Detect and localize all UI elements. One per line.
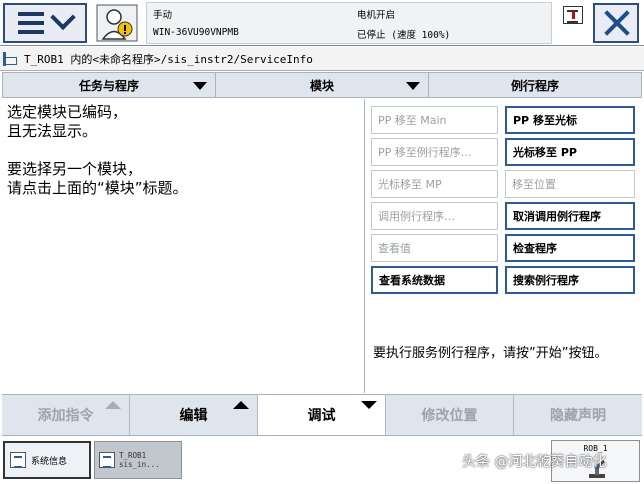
encoded-module-message: 选定模块已编码， 且无法显示。 要选择另一个模块， 请点击上面的“模块”标题。	[7, 103, 188, 197]
status-bar[interactable]: 手动 WIN-36VU90VNPMB 电机开启 已停止 (速度 100%)	[146, 2, 552, 44]
add-instruction-button[interactable]: 添加指令	[2, 395, 130, 435]
program-state: 已停止 (速度 100%)	[357, 30, 451, 41]
abb-menu-button[interactable]	[3, 3, 87, 43]
pp-to-main-button[interactable]: PP 移至 Main	[371, 106, 498, 134]
taskbar-program-editor[interactable]: T_ROB1 sis_in...	[94, 441, 182, 479]
code-panel: 选定模块已编码， 且无法显示。 要选择另一个模块， 请点击上面的“模块”标题。	[2, 99, 364, 393]
dropdown-arrow-icon	[406, 82, 420, 90]
go-to-position-button[interactable]: 移至位置	[505, 170, 635, 198]
view-system-data-button[interactable]: 查看系统数据	[371, 266, 498, 294]
dropdown-arrow-icon	[193, 82, 207, 90]
debug-button[interactable]: 调试	[258, 395, 386, 435]
chevron-down-icon	[50, 4, 76, 31]
system-name: WIN-36VU90VNPMB	[153, 27, 239, 38]
edit-button[interactable]: 编辑	[130, 395, 258, 435]
menu-up-arrow-icon	[233, 401, 249, 409]
taskbar-system-info[interactable]: 系统信息	[3, 441, 91, 479]
top-bar: 手动 WIN-36VU90VNPMB 电机开启 已停止 (速度 100%)	[0, 0, 644, 46]
column-header: 任务与程序 模块 例行程序	[2, 72, 642, 98]
pp-to-routine-button[interactable]: PP 移至例行程序...	[371, 138, 498, 166]
operator-window-icon[interactable]	[94, 2, 140, 44]
check-program-button[interactable]: 检查程序	[505, 234, 635, 262]
tab-label: 例行程序	[510, 78, 559, 93]
tab-label: 任务与程序	[78, 78, 139, 93]
tab-modules[interactable]: 模块	[216, 73, 429, 97]
quickset-icon[interactable]	[563, 6, 583, 24]
tab-tasks-and-programs[interactable]: 任务与程序	[3, 73, 216, 97]
tab-label: 模块	[309, 78, 334, 93]
system-info-icon	[10, 452, 26, 468]
search-routine-button[interactable]: 搜索例行程序	[505, 266, 635, 294]
cancel-call-routine-button[interactable]: 取消调用例行程序	[505, 202, 635, 230]
breadcrumb: T_ROB1 内的<未命名程序>/sis_instr2/ServiceInfo	[0, 47, 644, 71]
hide-declarations-button[interactable]: 隐藏声明	[514, 395, 642, 435]
menu-down-arrow-icon	[361, 401, 377, 409]
operating-mode: 手动	[153, 10, 173, 21]
motor-state: 电机开启	[357, 10, 396, 21]
bottom-toolbar: 添加指令 编辑 调试 修改位置 隐藏声明	[2, 394, 642, 436]
tab-routines[interactable]: 例行程序	[429, 73, 641, 97]
program-editor-icon	[3, 51, 19, 66]
service-routine-hint: 要执行服务例行程序，请按”开始”按钮。	[373, 346, 608, 361]
view-value-button[interactable]: 查看值	[371, 234, 498, 262]
cursor-to-mp-button[interactable]: 光标移至 MP	[371, 170, 498, 198]
program-editor-icon	[99, 452, 115, 468]
call-routine-button[interactable]: 调用例行程序…	[371, 202, 498, 230]
debug-menu-panel: PP 移至 Main PP 移至光标 PP 移至例行程序... 光标移至 PP …	[364, 99, 642, 393]
pp-to-cursor-button[interactable]: PP 移至光标	[505, 106, 635, 134]
watermark: 头条 @河北乾葵自动化	[462, 454, 607, 470]
modify-position-button[interactable]: 修改位置	[386, 395, 514, 435]
hamburger-menu-icon	[18, 12, 44, 34]
cursor-to-pp-button[interactable]: 光标移至 PP	[505, 138, 635, 166]
close-button[interactable]	[593, 3, 639, 43]
breadcrumb-path: T_ROB1 内的<未命名程序>/sis_instr2/ServiceInfo	[24, 52, 313, 66]
menu-up-arrow-icon	[105, 401, 121, 409]
